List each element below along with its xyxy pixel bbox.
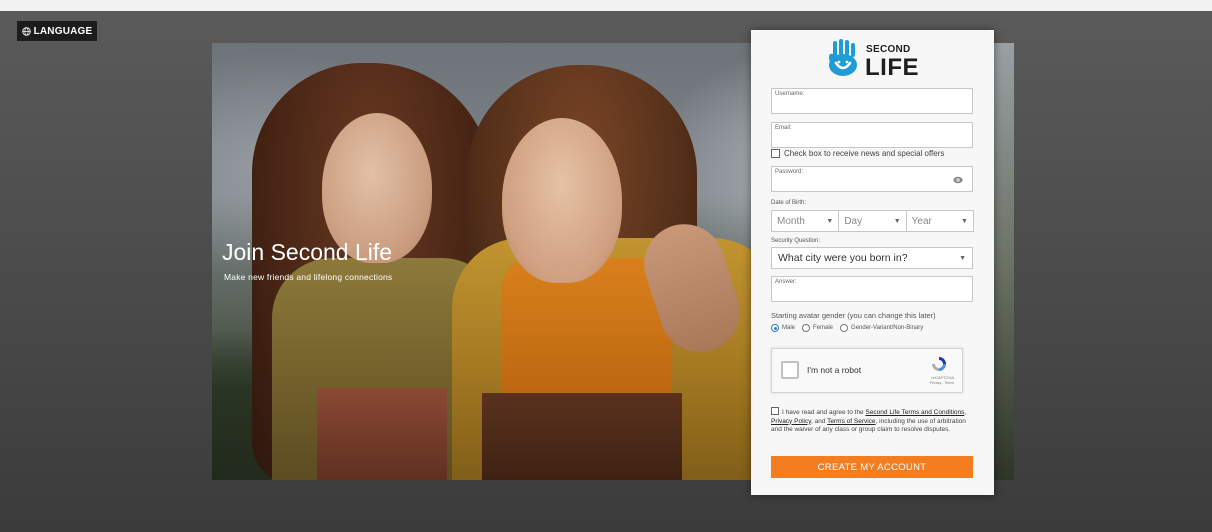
gender-option-label: Gender-Variant/Non-Binary — [851, 325, 924, 331]
username-field[interactable]: Username: — [771, 88, 973, 114]
news-checkbox[interactable] — [771, 149, 780, 158]
dob-selects: Month ▼ Day ▼ Year ▼ — [771, 210, 974, 232]
create-account-button[interactable]: CREATE MY ACCOUNT — [771, 456, 973, 478]
email-label: Email: — [775, 125, 792, 131]
dob-year-select[interactable]: Year ▼ — [905, 210, 974, 232]
recaptcha-label: I'm not a robot — [807, 365, 862, 375]
answer-label: Answer: — [775, 279, 797, 285]
terms-link-conditions[interactable]: Second Life Terms and Conditions — [865, 409, 964, 416]
dob-label: Date of Birth: — [771, 200, 807, 206]
hero-edge — [994, 43, 1014, 480]
dob-month-select[interactable]: Month ▼ — [771, 210, 840, 232]
hero-subtitle: Make new friends and lifelong connection… — [224, 272, 393, 282]
news-checkbox-label: Check box to receive news and special of… — [784, 149, 945, 158]
dob-day-select[interactable]: Day ▼ — [838, 210, 907, 232]
hero-title: Join Second Life — [222, 239, 393, 265]
signup-card: SECOND LIFE Username: Email: Check box t… — [751, 30, 994, 495]
terms-checkbox[interactable] — [771, 407, 779, 415]
terms-agreement: I have read and agree to the Second Life… — [771, 407, 976, 435]
dob-year-value: Year — [911, 215, 932, 227]
terms-separator: , and — [810, 417, 828, 425]
gender-option-label: Female — [813, 325, 834, 331]
password-field[interactable]: Password: — [771, 166, 973, 192]
avatar-right-pants — [482, 393, 682, 480]
chevron-down-icon: ▼ — [961, 217, 968, 225]
logo-text-life: LIFE — [865, 54, 919, 81]
recaptcha-widget: I'm not a robot reCAPTCHA Privacy - Term… — [771, 348, 963, 393]
dob-day-value: Day — [844, 215, 863, 227]
radio-button[interactable] — [771, 324, 779, 332]
password-label: Password: — [775, 169, 804, 175]
hand-icon — [829, 39, 857, 76]
eye-icon[interactable] — [953, 176, 963, 184]
gender-option-nonbinary[interactable]: Gender-Variant/Non-Binary — [840, 324, 923, 332]
top-strip — [0, 0, 1212, 11]
recaptcha-links[interactable]: Privacy - Terms — [930, 381, 954, 385]
dob-month-value: Month — [777, 215, 805, 227]
email-field[interactable]: Email: — [771, 122, 973, 148]
gender-title: Starting avatar gender (you can change t… — [771, 311, 936, 320]
chevron-down-icon: ▼ — [893, 217, 901, 225]
gender-options: Male Female Gender-Variant/Non-Binary — [771, 324, 927, 332]
terms-text: I have read and agree to the — [782, 409, 866, 416]
terms-separator: , — [964, 409, 967, 416]
answer-field[interactable]: Answer: — [771, 276, 973, 302]
chevron-down-icon: ▼ — [959, 254, 966, 262]
recaptcha-icon — [932, 357, 946, 371]
terms-link-privacy[interactable]: Privacy Policy — [771, 418, 811, 425]
globe-icon — [21, 26, 31, 36]
security-question-value: What city were you born in? — [778, 252, 908, 264]
radio-button[interactable] — [840, 324, 849, 332]
radio-button[interactable] — [802, 324, 811, 332]
second-life-logo[interactable]: SECOND LIFE — [826, 37, 926, 81]
language-button[interactable]: LANGUAGE — [17, 21, 97, 41]
avatar-right-face — [502, 118, 622, 283]
username-label: Username: — [775, 91, 805, 97]
terms-link-service[interactable]: Terms of Service — [827, 418, 875, 425]
recaptcha-brand: reCAPTCHA — [931, 375, 954, 380]
news-checkbox-row[interactable]: Check box to receive news and special of… — [771, 149, 944, 158]
security-question-select[interactable]: What city were you born in? ▼ — [771, 247, 973, 269]
gender-option-label: Male — [782, 325, 796, 331]
chevron-down-icon: ▼ — [826, 217, 834, 225]
security-question-label: Security Question: — [771, 238, 821, 244]
gender-option-male[interactable]: Male — [771, 324, 795, 332]
gender-option-female[interactable]: Female — [802, 324, 833, 332]
recaptcha-checkbox[interactable] — [781, 361, 799, 379]
avatar-left-skirt — [317, 388, 447, 480]
language-label: LANGUAGE — [33, 25, 93, 37]
